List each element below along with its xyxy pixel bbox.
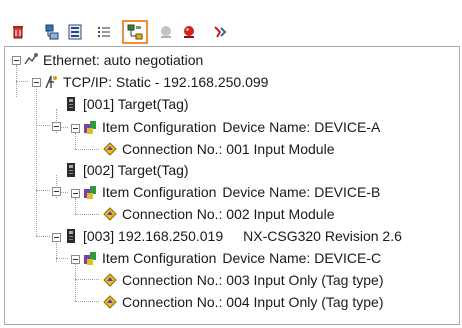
collapse-toggle[interactable] xyxy=(71,189,80,198)
tree-node-label: Connection No.: 004 Input Only (Tag type… xyxy=(122,294,384,310)
tree-node-connection[interactable]: Connection No.: 001 Input Module xyxy=(102,139,334,159)
ethernet-port-icon xyxy=(23,52,39,68)
tree-node-label: Item Configuration xyxy=(102,250,217,266)
tree-node-label: [002] Target(Tag) xyxy=(83,162,189,178)
tree-node-connection[interactable]: Connection No.: 004 Input Only (Tag type… xyxy=(102,292,383,312)
monitor-icon[interactable] xyxy=(64,21,86,43)
collapse-toggle[interactable] xyxy=(71,255,80,264)
tree-node-connection[interactable]: Connection No.: 003 Input Only (Tag type… xyxy=(102,270,383,290)
tree-node-label: Item Configuration xyxy=(102,119,217,135)
tree-node-label: [003] 192.168.250.019 xyxy=(83,228,224,244)
network-icon xyxy=(43,74,59,90)
network-config-icon[interactable] xyxy=(122,20,148,44)
device-name-text: Device Name: DEVICE-C xyxy=(222,250,382,266)
tree-connector xyxy=(36,89,37,236)
delete-icon[interactable] xyxy=(7,21,29,43)
tree-node-item-config[interactable]: Item Configuration Device Name: DEVICE-A xyxy=(82,117,380,137)
device-name-text: Device Name: DEVICE-B xyxy=(222,184,381,200)
device-revision-text: NX-CSG320 Revision 2.6 xyxy=(243,228,402,244)
collapse-toggle[interactable] xyxy=(52,187,61,196)
tree-node-label: TCP/IP: Static - 192.168.250.099 xyxy=(63,74,269,90)
item-config-icon xyxy=(82,250,98,266)
tree-connector xyxy=(36,190,50,191)
connection-icon xyxy=(102,272,118,288)
tree-connector xyxy=(75,198,76,214)
tree-connector xyxy=(36,125,50,126)
tree-connector xyxy=(75,279,99,280)
tree-node-connection[interactable]: Connection No.: 002 Input Module xyxy=(102,204,334,224)
tree-connector xyxy=(75,133,76,149)
tree-view[interactable]: Ethernet: auto negotiation TCP/IP: Stati… xyxy=(4,46,460,325)
tree-node-target[interactable]: [001] Target(Tag) xyxy=(63,94,189,114)
device-icon xyxy=(63,228,79,244)
tree-node-ethernet[interactable]: Ethernet: auto negotiation xyxy=(23,50,203,70)
tree-node-label: Item Configuration xyxy=(102,184,217,200)
tree-node-target[interactable]: [003] 192.168.250.019 NX-CSG320 Revision … xyxy=(63,226,402,246)
tree-connector xyxy=(75,264,76,301)
list-icon[interactable] xyxy=(93,21,115,43)
tree-node-label: Connection No.: 003 Input Only (Tag type… xyxy=(122,272,384,288)
toolbar xyxy=(0,0,462,46)
collapse-toggle[interactable] xyxy=(52,122,61,131)
tree-connector xyxy=(36,236,50,237)
tree-connector xyxy=(75,301,99,302)
tree-node-item-config[interactable]: Item Configuration Device Name: DEVICE-C xyxy=(82,248,381,268)
tree-connector xyxy=(16,81,28,82)
tree-node-label: [001] Target(Tag) xyxy=(83,96,189,112)
tree-node-item-config[interactable]: Item Configuration Device Name: DEVICE-B xyxy=(82,182,380,202)
device-icon xyxy=(63,162,79,178)
collapse-toggle[interactable] xyxy=(12,56,21,65)
device-icon xyxy=(63,96,79,112)
tree-node-label: Connection No.: 001 Input Module xyxy=(122,141,335,157)
connection-icon xyxy=(102,141,118,157)
pin-icon[interactable] xyxy=(209,21,231,43)
collapse-toggle[interactable] xyxy=(71,124,80,133)
connection-icon xyxy=(102,294,118,310)
tree-node-tcpip[interactable]: TCP/IP: Static - 192.168.250.099 xyxy=(43,72,268,92)
gray-indicator-icon[interactable] xyxy=(155,21,177,43)
device-name-text: Device Name: DEVICE-A xyxy=(222,119,381,135)
collapse-toggle[interactable] xyxy=(52,233,61,242)
item-config-icon xyxy=(82,119,98,135)
connection-icon xyxy=(102,206,118,222)
tree-node-label: Connection No.: 002 Input Module xyxy=(122,206,335,222)
tree-connector xyxy=(75,214,99,215)
collapse-toggle[interactable] xyxy=(32,78,41,87)
tree-node-target[interactable]: [002] Target(Tag) xyxy=(63,160,189,180)
tree-connector xyxy=(75,149,99,150)
tree-node-label: Ethernet: auto negotiation xyxy=(43,52,204,68)
item-config-icon xyxy=(82,184,98,200)
tree-view-icon[interactable] xyxy=(41,21,63,43)
red-indicator-icon[interactable] xyxy=(178,21,200,43)
tree-connector xyxy=(56,258,68,259)
